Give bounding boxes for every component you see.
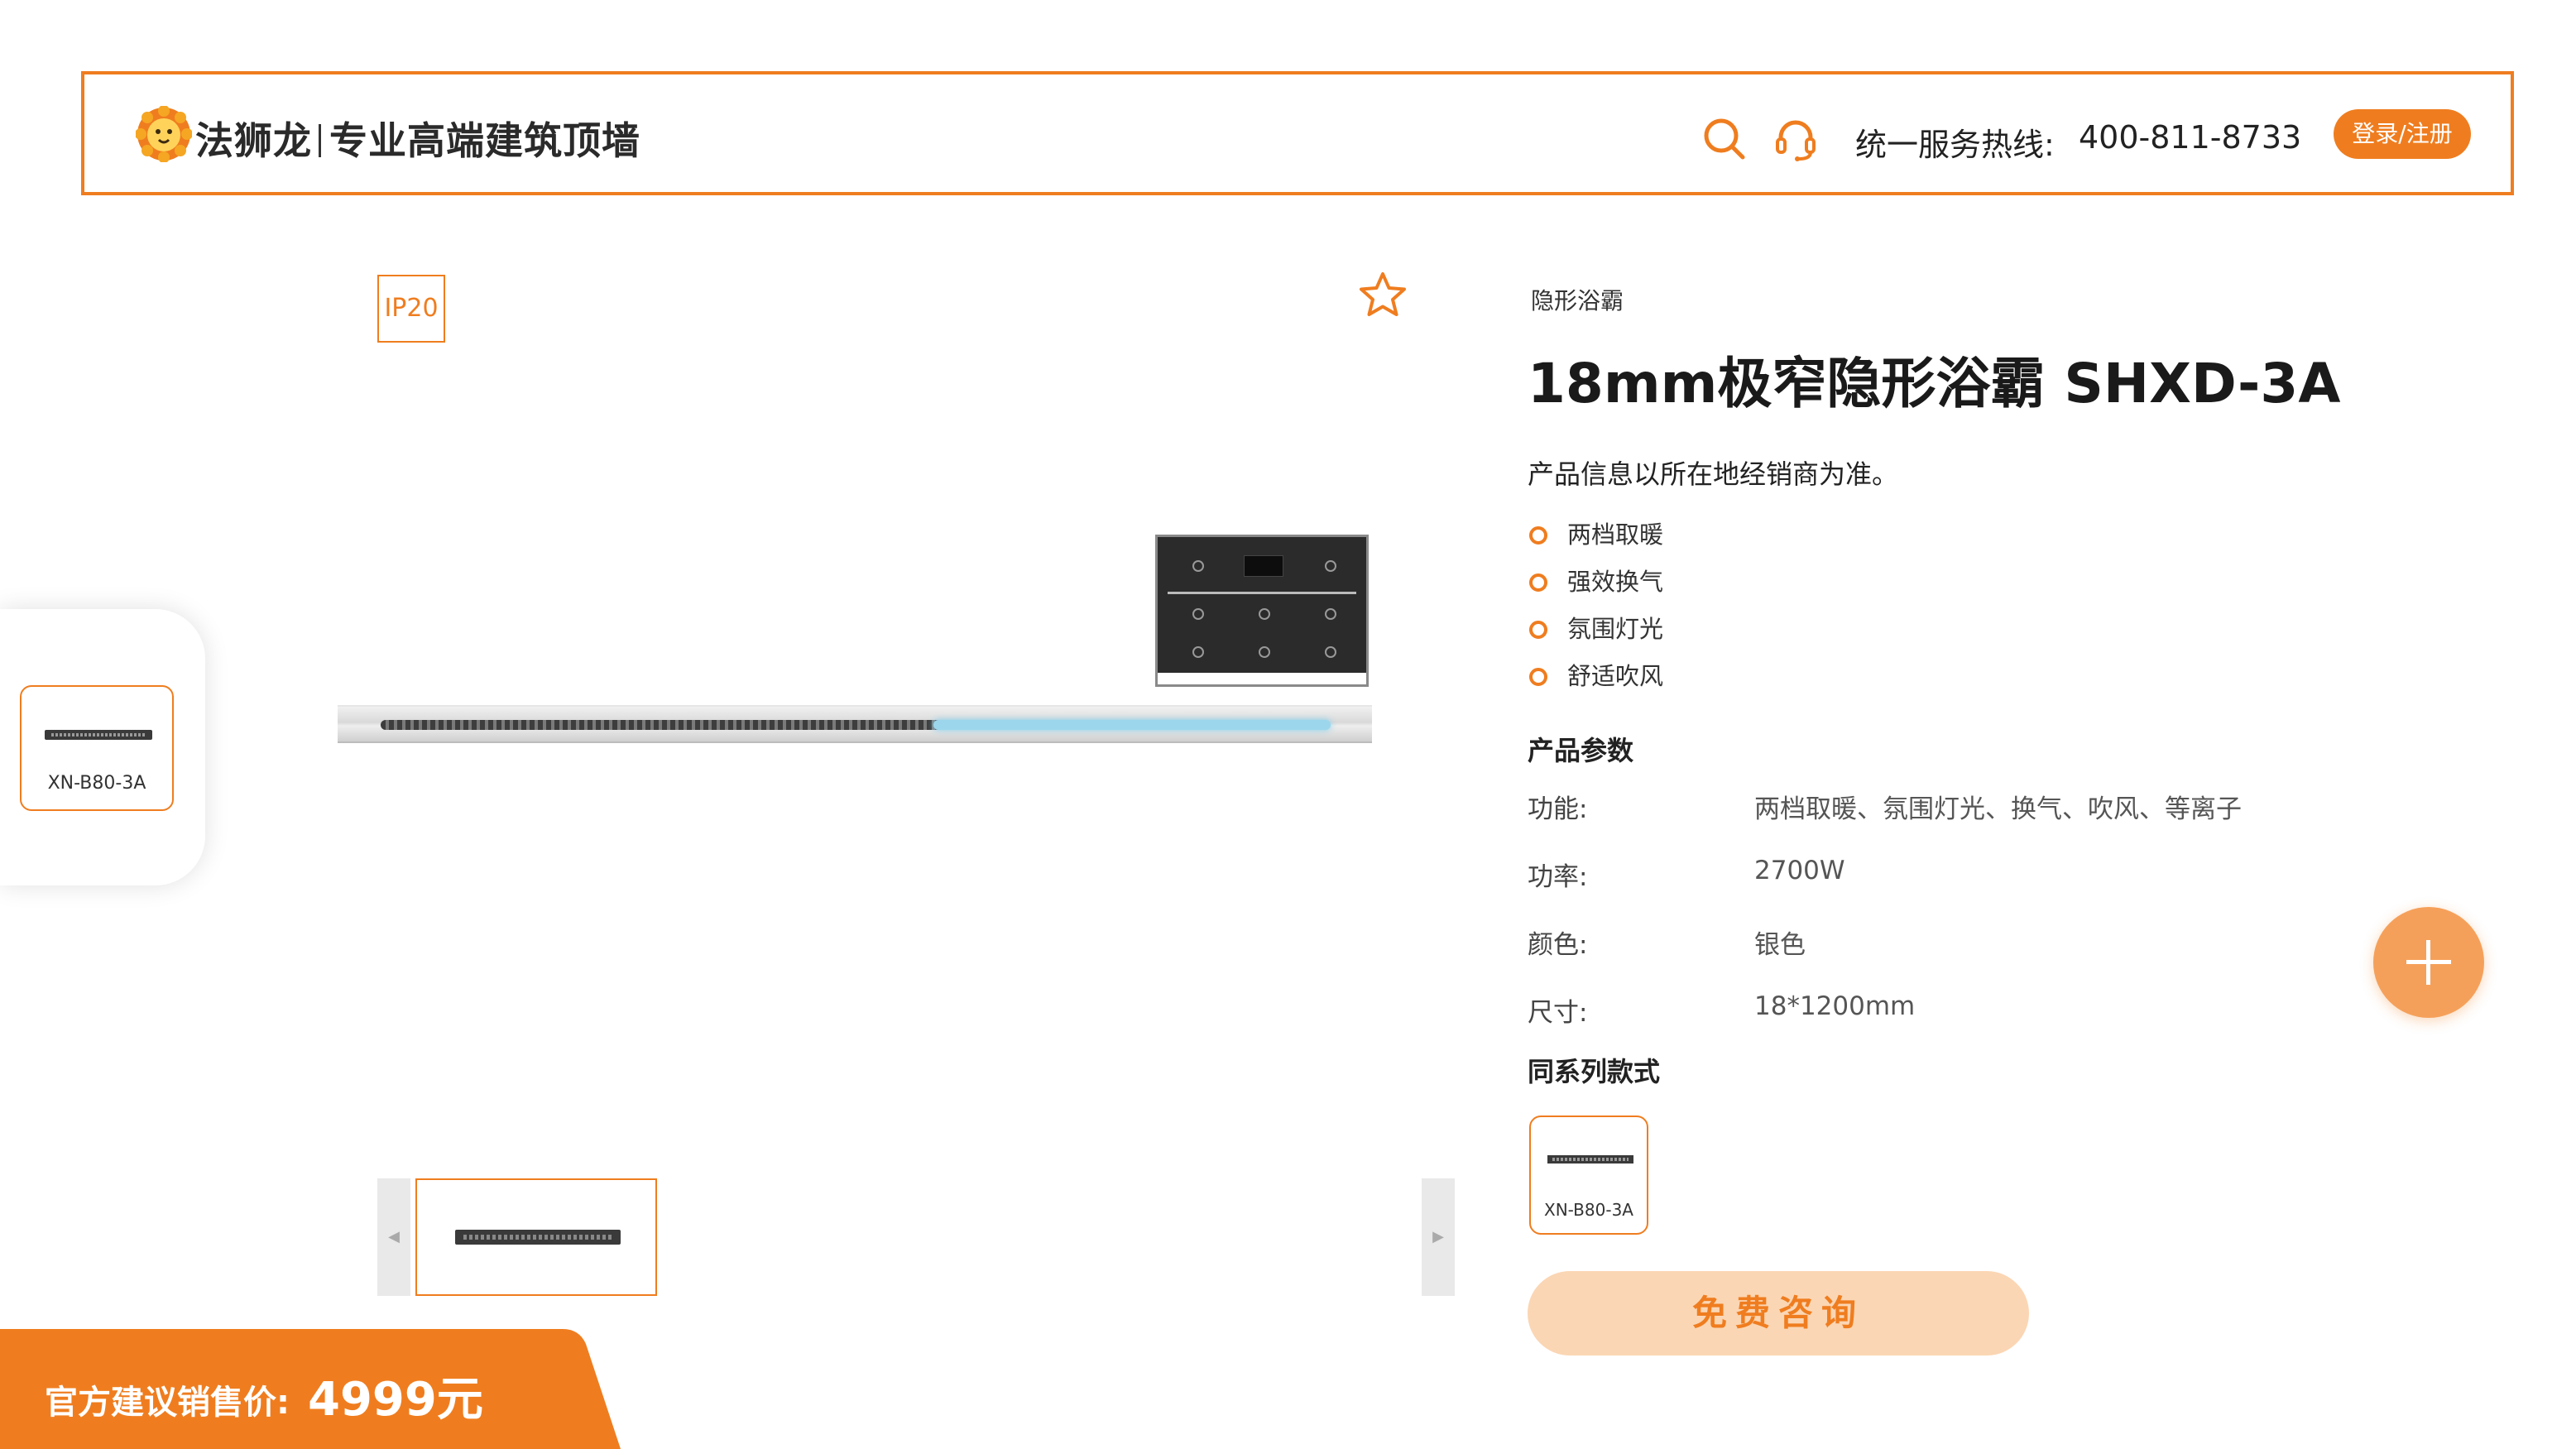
panel-display [1244,555,1283,577]
brand-title[interactable]: 法狮龙 专业高端建筑顶墙 [195,111,640,166]
brand-divider [319,124,321,157]
bullet-circle-icon [1529,526,1547,545]
series-item-image [1547,1155,1633,1164]
price-label: 官方建议销售价: [45,1384,290,1422]
chevron-right-icon: ▶ [1432,1228,1444,1245]
lion-logo-icon[interactable] [136,106,192,162]
bullet-circle-icon [1529,621,1547,639]
panel-button [1192,560,1204,572]
series-item-image [45,730,152,740]
param-value: 两档取暖、氛围灯光、换气、吹风、等离子 [1754,794,2242,824]
panel-button [1192,646,1204,658]
floating-series-card: XN-B80-3A [0,609,205,885]
chevron-left-icon: ◀ [388,1228,400,1245]
feature-label: 两档取暖 [1567,521,1664,549]
login-register-button[interactable]: 登录/注册 [2334,109,2471,159]
bar-ambient-lights [933,720,1331,730]
series-heading: 同系列款式 [1528,1056,1661,1087]
panel-divider [1168,592,1356,594]
brand-slogan: 专业高端建筑顶墙 [329,118,640,163]
series-item-label: XN-B80-3A [47,773,146,794]
series-item[interactable]: XN-B80-3A [1529,1116,1648,1235]
param-label: 功率: [1528,862,1588,892]
bullet-circle-icon [1529,573,1547,592]
param-value: 18*1200mm [1754,991,1916,1021]
feature-list: 两档取暖 强效换气 氛围灯光 舒适吹风 [1529,518,1663,707]
search-icon[interactable] [1701,116,1748,162]
feature-item: 强效换气 [1529,565,1663,612]
series-item-label: XN-B80-3A [1544,1200,1633,1220]
bullet-circle-icon [1529,668,1547,686]
free-consult-button[interactable]: 免费咨询 [1528,1271,2029,1355]
product-title: 18mm极窄隐形浴霸 SHXD-3A [1528,352,2341,415]
feature-item: 两档取暖 [1529,518,1663,565]
feature-label: 舒适吹风 [1567,662,1664,690]
product-category[interactable]: 隐形浴霸 [1531,283,1624,316]
floating-series-item[interactable]: XN-B80-3A [20,685,174,811]
panel-button [1325,608,1336,620]
site-header: 法狮龙 专业高端建筑顶墙 统一服务热线: 400-811-8733 登录/注册 [81,71,2514,195]
brand-name: 法狮龙 [195,118,312,163]
param-label: 尺寸: [1528,998,1588,1028]
star-outline-icon[interactable] [1357,270,1408,321]
feature-item: 舒适吹风 [1529,660,1663,707]
headset-icon[interactable] [1772,116,1819,162]
thumb-prev-button[interactable]: ◀ [377,1178,410,1296]
panel-button [1192,608,1204,620]
ip-rating-badge: IP20 [377,275,445,343]
product-note: 产品信息以所在地经销商为准。 [1528,458,1899,490]
panel-button [1325,646,1336,658]
thumb-next-button[interactable]: ▶ [1422,1178,1455,1296]
panel-footer [1158,673,1366,684]
feature-item: 氛围灯光 [1529,612,1663,660]
param-label: 功能: [1528,794,1588,824]
panel-button [1259,608,1270,620]
panel-button [1325,560,1336,572]
param-value: 银色 [1754,930,1806,960]
params-heading: 产品参数 [1528,735,1634,766]
hotline-number[interactable]: 400-811-8733 [2079,119,2301,156]
param-value: 2700W [1754,856,1845,885]
thumbnail-image [455,1230,621,1245]
product-bath-heater-image [338,705,1372,743]
panel-button [1259,646,1270,658]
param-label: 颜色: [1528,930,1588,960]
feature-label: 强效换气 [1567,568,1664,596]
price-value: 4999元 [308,1373,483,1427]
hotline-label: 统一服务热线: [1855,127,2055,163]
product-control-panel-image [1155,535,1369,687]
plus-icon[interactable] [2373,907,2484,1018]
gallery-thumbnail[interactable] [415,1178,657,1296]
feature-label: 氛围灯光 [1567,615,1664,643]
